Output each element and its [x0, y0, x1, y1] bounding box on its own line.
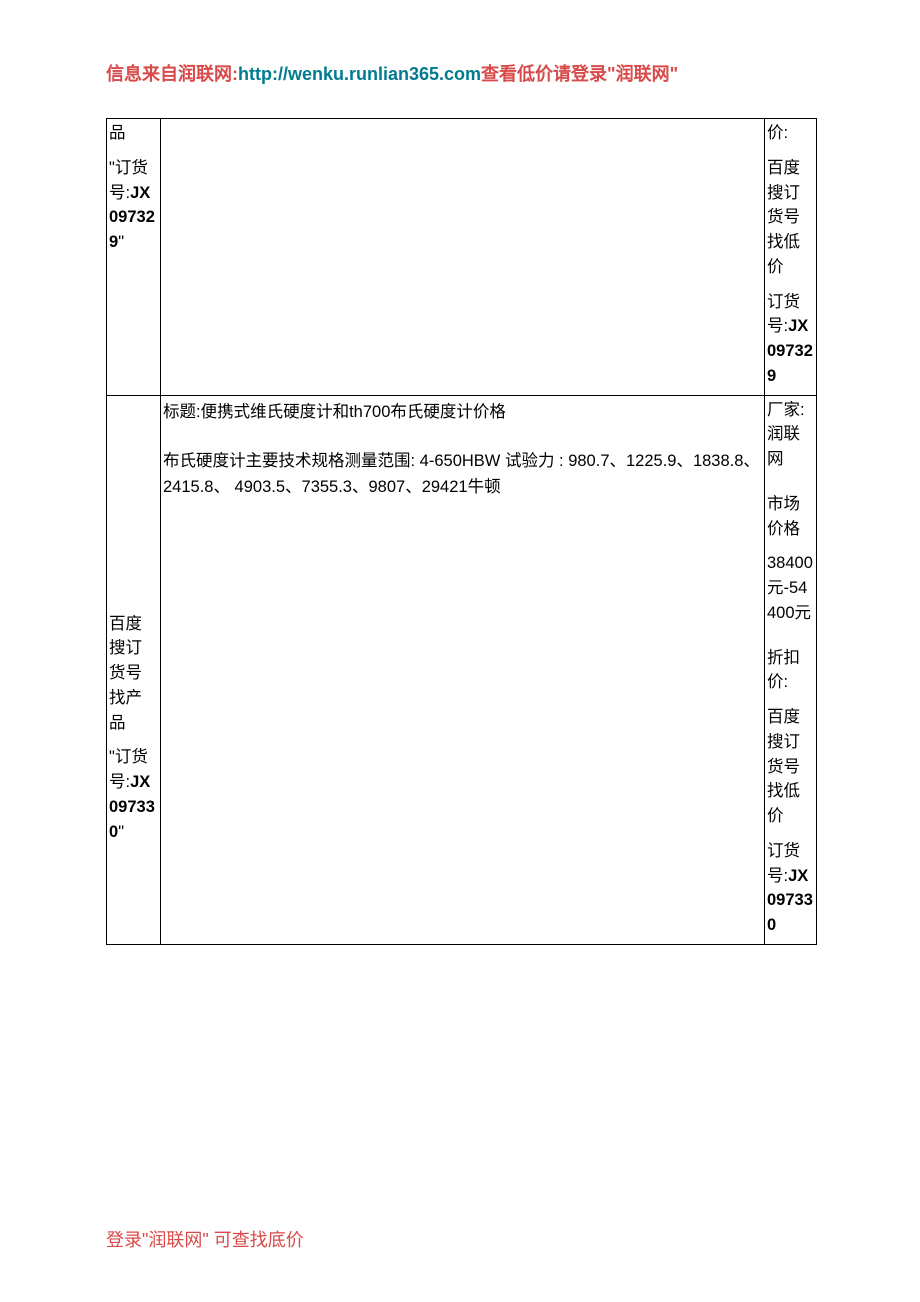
header-prefix: 信息来自润联网: [106, 64, 238, 84]
header-suffix: 查看低价请登录"润联网" [481, 64, 678, 84]
table-row: 品 "订货号:JX097329" 价: 百度搜订货号找低价 订货号:JX0973 [107, 119, 817, 396]
search-hint-tail: 品 [109, 121, 158, 146]
order-close: " [118, 823, 124, 841]
discount-tail: 价: [767, 121, 814, 146]
header-url: http://wenku.runlian365.com [238, 64, 481, 84]
market-price-label: 市场价格 [767, 492, 814, 542]
table-row: 百度搜订货号找产品 "订货号:JX097330" 标题:便携式维氏硬度计和th7… [107, 395, 817, 944]
order-close: " [118, 233, 124, 251]
maker-value: 润联网 [767, 425, 800, 468]
product-table: 品 "订货号:JX097329" 价: 百度搜订货号找低价 订货号:JX0973 [106, 118, 817, 945]
maker-label: 厂家: [767, 401, 805, 419]
search-hint: 百度搜订货号找低价 [767, 156, 814, 280]
product-title: 标题:便携式维氏硬度计和th700布氏硬度计价格 [163, 400, 762, 426]
discount-label: 折扣价: [767, 646, 814, 696]
search-hint: 百度搜订货号找产品 [109, 612, 158, 736]
market-price-value: 38400元-54400元 [767, 551, 814, 625]
page-footer: 登录"润联网" 可查找底价 [106, 1226, 304, 1252]
page-header: 信息来自润联网:http://wenku.runlian365.com查看低价请… [106, 60, 814, 86]
product-body: 布氏硬度计主要技术规格测量范围: 4-650HBW 试验力 : 980.7、12… [163, 449, 762, 500]
search-hint: 百度搜订货号找低价 [767, 705, 814, 829]
